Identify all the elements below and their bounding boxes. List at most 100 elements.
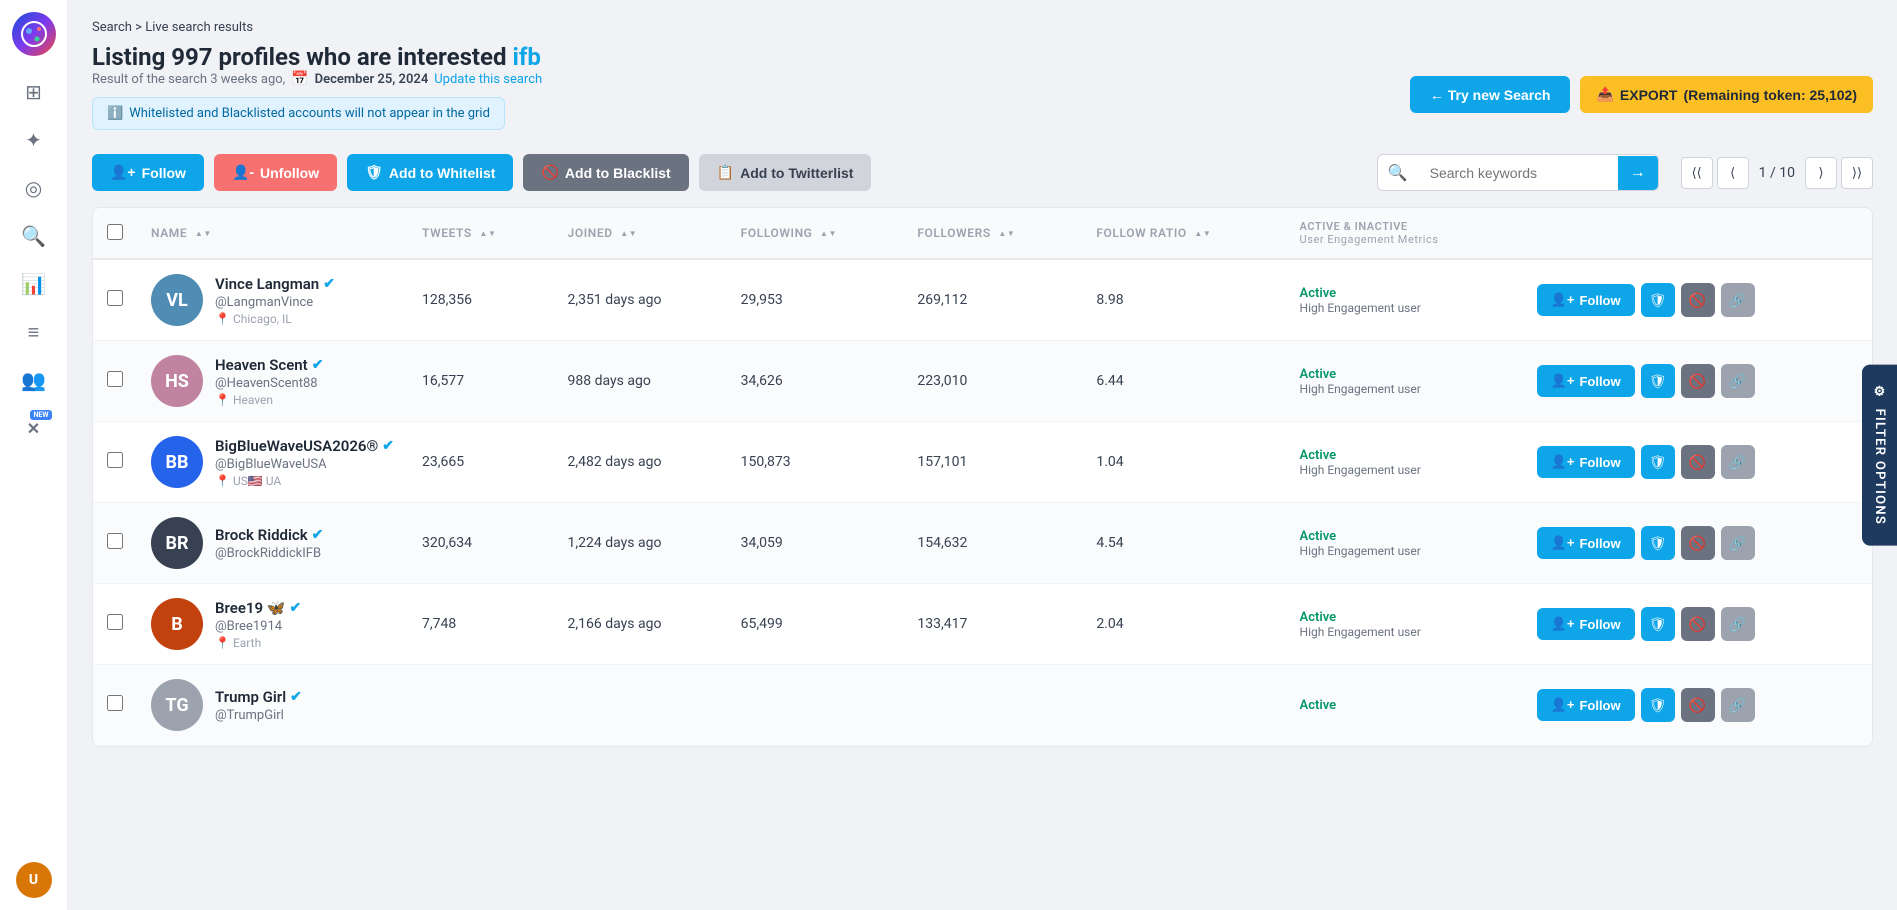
row-link-button[interactable]: 🔗 — [1721, 607, 1755, 641]
row-checkbox[interactable] — [107, 290, 123, 306]
followers-col-header[interactable]: FOLLOWERS ▲▼ — [903, 208, 1082, 259]
status-cell: Active High Engagement user — [1286, 503, 1523, 584]
row-link-button[interactable]: 🔗 — [1721, 283, 1755, 317]
users-icon[interactable]: 👥 — [14, 360, 54, 400]
link-icon: 🔗 — [1729, 616, 1746, 633]
row-blacklist-button[interactable]: 🚫 — [1681, 364, 1715, 398]
row-checkbox[interactable] — [107, 614, 123, 630]
info-banner: ℹ️ Whitelisted and Blacklisted accounts … — [92, 97, 505, 130]
name-col-header[interactable]: NAME ▲▼ — [137, 208, 408, 259]
user-cell: BB BigBlueWaveUSA2026® ✔ @BigBlueWaveUSA… — [137, 422, 408, 503]
row-link-button[interactable]: 🔗 — [1721, 526, 1755, 560]
user-info: BigBlueWaveUSA2026® ✔ @BigBlueWaveUSA 📍U… — [215, 437, 394, 488]
dashboard-icon[interactable]: ⊞ — [14, 72, 54, 112]
location-icon: 📍 — [215, 636, 230, 650]
select-all-checkbox[interactable] — [107, 224, 123, 240]
target-icon[interactable]: ◎ — [14, 168, 54, 208]
first-page-button[interactable]: ⟨⟨ — [1681, 157, 1713, 189]
user-location: 📍Chicago, IL — [215, 312, 394, 326]
row-checkbox[interactable] — [107, 452, 123, 468]
row-link-button[interactable]: 🔗 — [1721, 445, 1755, 479]
row-follow-button[interactable]: 👤+ Follow — [1537, 608, 1635, 640]
follow-ratio-cell: 2.04 — [1082, 584, 1285, 665]
row-follow-button[interactable]: 👤+ Follow — [1537, 365, 1635, 397]
row-whitelist-button[interactable]: 🛡 — [1641, 607, 1675, 641]
add-twitterlist-button[interactable]: 📋 Add to Twitterlist — [699, 154, 872, 191]
new-search-button[interactable]: ← Try new Search — [1410, 76, 1571, 113]
row-whitelist-button[interactable]: 🛡 — [1641, 364, 1675, 398]
add-whitelist-button[interactable]: 🛡 Add to Whitelist — [347, 154, 513, 191]
export-button[interactable]: 📤 EXPORT (Remaining token: 25,102) — [1580, 76, 1873, 113]
row-follow-button[interactable]: 👤+ Follow — [1537, 689, 1635, 721]
row-checkbox[interactable] — [107, 533, 123, 549]
app-logo[interactable] — [12, 12, 56, 56]
row-blacklist-button[interactable]: 🚫 — [1681, 445, 1715, 479]
followers-cell — [903, 665, 1082, 746]
tweets-col-header[interactable]: TWEETS ▲▼ — [408, 208, 554, 259]
add-blacklist-button[interactable]: 🚫 Add to Blacklist — [523, 154, 688, 191]
follow-ratio-col-header[interactable]: FOLLOW RATIO ▲▼ — [1082, 208, 1285, 259]
follow-plus-icon: 👤+ — [1551, 292, 1575, 308]
user-avatar: BB — [151, 436, 203, 488]
row-link-button[interactable]: 🔗 — [1721, 688, 1755, 722]
verified-badge: ✔ — [290, 689, 302, 705]
network-icon[interactable]: ✦ — [14, 120, 54, 160]
search-submit-button[interactable]: → — [1618, 156, 1658, 190]
avatar[interactable]: U — [16, 862, 52, 898]
joined-col-header[interactable]: JOINED ▲▼ — [554, 208, 727, 259]
table-row: VL Vince Langman ✔ @LangmanVince 📍Chicag… — [93, 259, 1872, 341]
follow-plus-icon: 👤+ — [1551, 454, 1575, 470]
row-blacklist-button[interactable]: 🚫 — [1681, 526, 1715, 560]
list-icon[interactable]: ≡ — [14, 312, 54, 352]
row-follow-button[interactable]: 👤+ Follow — [1537, 527, 1635, 559]
info-banner-text: Whitelisted and Blacklisted accounts wil… — [129, 106, 490, 121]
search-input[interactable] — [1418, 157, 1618, 189]
row-checkbox[interactable] — [107, 371, 123, 387]
update-search-link[interactable]: Update this search — [434, 72, 542, 87]
follow-plus-icon: 👤+ — [1551, 535, 1575, 551]
user-info: Bree19 🦋 ✔ @Bree1914 📍Earth — [215, 599, 394, 650]
row-link-button[interactable]: 🔗 — [1721, 364, 1755, 398]
row-blacklist-button[interactable]: 🚫 — [1681, 688, 1715, 722]
follow-button[interactable]: 👤+ Follow — [92, 154, 204, 191]
page-title-prefix: Listing 997 profiles who are interested — [92, 43, 507, 71]
row-follow-button[interactable]: 👤+ Follow — [1537, 284, 1635, 316]
block-icon: 🚫 — [1689, 454, 1706, 471]
next-page-button[interactable]: ⟩ — [1805, 157, 1837, 189]
table-row: B Bree19 🦋 ✔ @Bree1914 📍Earth 7,748 2,16… — [93, 584, 1872, 665]
status-cell: Active High Engagement user — [1286, 259, 1523, 341]
shield-icon: 🛡 — [1649, 535, 1667, 552]
x-twitter-icon[interactable]: ✕ — [14, 408, 54, 448]
breadcrumb-separator: > — [135, 20, 142, 35]
follow-ratio-cell: 1.04 — [1082, 422, 1285, 503]
location-icon: 📍 — [215, 393, 230, 407]
row-whitelist-button[interactable]: 🛡 — [1641, 445, 1675, 479]
search-sidebar-icon[interactable]: 🔍 — [14, 216, 54, 256]
unfollow-button[interactable]: 👤- Unfollow — [214, 154, 337, 191]
action-cell: 👤+ Follow 🛡 🚫 🔗 — [1523, 341, 1872, 422]
user-handle: @LangmanVince — [215, 295, 394, 310]
row-blacklist-button[interactable]: 🚫 — [1681, 607, 1715, 641]
last-page-button[interactable]: ⟩⟩ — [1841, 157, 1873, 189]
row-whitelist-button[interactable]: 🛡 — [1641, 283, 1675, 317]
shield-icon: 🛡 — [1649, 373, 1667, 390]
row-whitelist-button[interactable]: 🛡 — [1641, 526, 1675, 560]
row-whitelist-button[interactable]: 🛡 — [1641, 688, 1675, 722]
shield-icon: 🛡 — [1649, 292, 1667, 309]
filter-options-panel[interactable]: ⚙ FILTER OPTIONS — [1862, 365, 1897, 546]
verified-badge: ✔ — [323, 276, 335, 292]
following-col-header[interactable]: FOLLOWING ▲▼ — [727, 208, 904, 259]
follow-ratio-cell: 6.44 — [1082, 341, 1285, 422]
link-icon: 🔗 — [1729, 292, 1746, 309]
chart-icon[interactable]: 📊 — [14, 264, 54, 304]
row-checkbox[interactable] — [107, 695, 123, 711]
prev-page-button[interactable]: ⟨ — [1717, 157, 1749, 189]
user-cell: HS Heaven Scent ✔ @HeavenScent88 📍Heaven — [137, 341, 408, 422]
breadcrumb-parent: Search — [92, 20, 132, 35]
row-follow-button[interactable]: 👤+ Follow — [1537, 446, 1635, 478]
following-cell: 34,626 — [727, 341, 904, 422]
row-blacklist-button[interactable]: 🚫 — [1681, 283, 1715, 317]
link-icon: 🔗 — [1729, 535, 1746, 552]
block-icon: 🚫 — [1689, 616, 1706, 633]
sidebar: ⊞ ✦ ◎ 🔍 📊 ≡ 👥 ✕ U — [0, 0, 68, 910]
